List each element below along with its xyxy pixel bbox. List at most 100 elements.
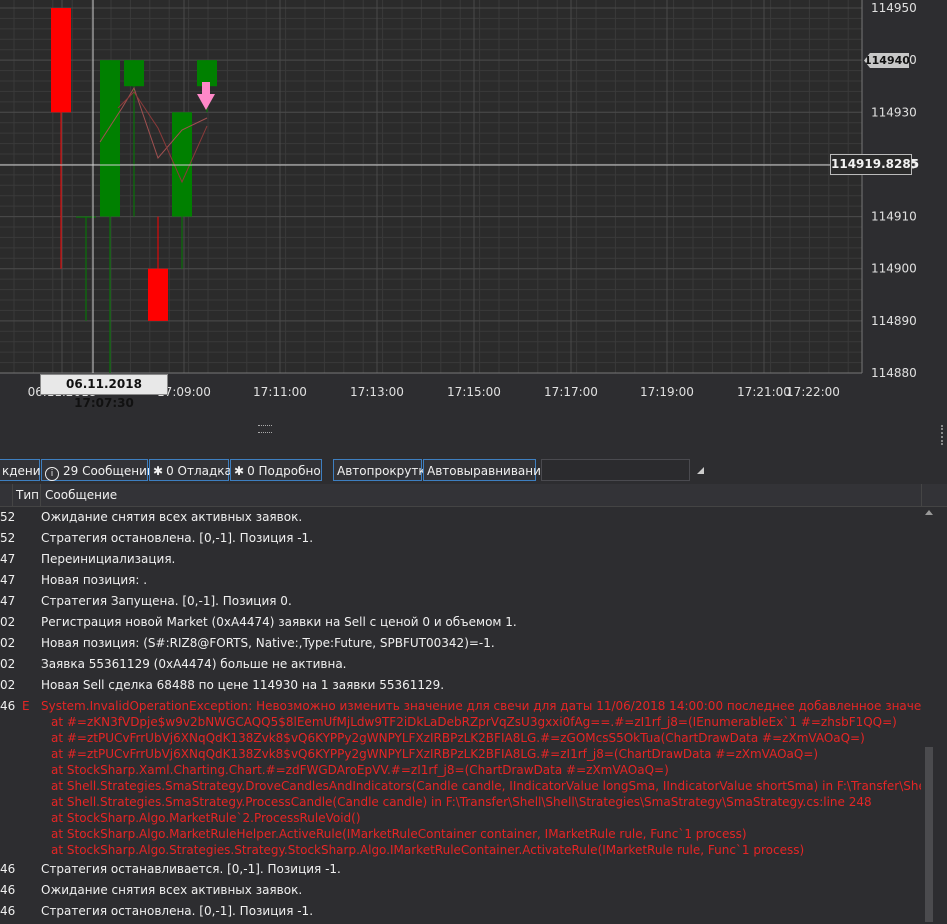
log-time: 47 <box>0 552 16 566</box>
log-message: Стратегия остановлена. [0,-1]. Позиция -… <box>41 904 314 918</box>
splitter-dots-icon <box>941 425 947 445</box>
log-type: E <box>22 699 30 713</box>
log-time: 02 <box>0 636 16 650</box>
error-trace-line: at StockSharp.Algo.Strategies.Strategy.S… <box>51 843 805 857</box>
log-row-error[interactable]: 46 E System.InvalidOperationException: Нев… <box>0 696 921 859</box>
time-axis-label: 17:15:00 <box>447 385 501 399</box>
last-price-badge: 114940 <box>864 53 910 68</box>
log-time: 02 <box>0 678 16 692</box>
log-row[interactable]: 46 Стратегия остановлена. [0,-1]. Позиция… <box>0 901 921 922</box>
log-time: 47 <box>0 573 16 587</box>
chart-canvas[interactable]: 1149501149401149301149201149101149001148… <box>0 0 947 415</box>
log-row[interactable]: 02 Заявка 55361129 (0xA4474) больше не ак… <box>0 654 921 675</box>
candlestick-chart[interactable]: 1149501149401149301149201149101149001148… <box>0 0 947 415</box>
time-axis-label: 17:21:00 <box>737 385 791 399</box>
log-row[interactable]: 02 Регистрация новой Market (0xA4474) зая… <box>0 612 921 633</box>
error-trace-line: System.InvalidOperationException: Невозм… <box>41 699 921 713</box>
autoscroll-label: Автопрокрутка <box>337 464 433 478</box>
log-message: Ожидание снятия всех активных заявок. <box>41 510 303 524</box>
plot-background <box>0 0 862 373</box>
log-table-body: 52 Ожидание снятия всех активных заявок. 5… <box>0 507 921 922</box>
time-axis-label: 17:22:00 <box>786 385 840 399</box>
splitter-grip-icon[interactable] <box>258 425 272 433</box>
log-message: Заявка 55361129 (0xA4474) больше не акти… <box>41 657 347 671</box>
debug-filter-label: 0 Отладка <box>166 464 232 478</box>
time-axis-label: 17:19:00 <box>640 385 694 399</box>
log-vertical-scrollbar[interactable] <box>921 507 937 924</box>
log-message: Ожидание снятия всех активных заявок. <box>41 883 303 897</box>
error-trace-line: at #=zKN3fVDpje$w9v2bNWGCAQQ5$8lEemUfMjL… <box>51 715 897 729</box>
autoalign-toggle[interactable]: Автовыравнивание <box>423 459 548 481</box>
log-message: Стратегия остановлена. [0,-1]. Позиция -… <box>41 531 314 545</box>
candle-body <box>148 268 168 321</box>
log-time: 02 <box>0 615 16 629</box>
error-trace-line: at StockSharp.Xaml.Charting.Chart.#=zdFW… <box>51 763 669 777</box>
log-message: Стратегия Запущена. [0,-1]. Позиция 0. <box>41 594 292 608</box>
price-axis-label: 114890 <box>871 314 917 328</box>
log-time: 46 <box>0 904 16 918</box>
error-trace-line: at #=ztPUCvFrrUbVj6XNqQdK138Zvk8$vQ6KYPP… <box>51 731 865 745</box>
log-time: 47 <box>0 594 16 608</box>
log-time: 52 <box>0 531 16 545</box>
debug-filter-button[interactable]: ✱ 0 Отладка <box>149 459 232 481</box>
error-trace-line: at #=ztPUCvFrrUbVj6XNqQdK138Zvk8$vQ6KYPP… <box>51 747 819 761</box>
log-row[interactable]: 02 Новая Sell сделка 68488 по цене 114930… <box>0 675 921 696</box>
cursor-price-label: 114919.8285 <box>830 154 919 175</box>
resize-corner-icon <box>697 467 704 474</box>
log-table-header: Тип Сообщение <box>0 484 947 507</box>
time-axis-label: 17:11:00 <box>253 385 307 399</box>
time-axis-label: 17:17:00 <box>544 385 598 399</box>
verbose-filter-button[interactable]: ✱ 0 Подробно <box>230 459 322 481</box>
error-trace-line: at Shell.Strategies.SmaStrategy.DroveCan… <box>51 779 921 793</box>
log-row[interactable]: 47 Новая позиция: . <box>0 570 921 591</box>
error-trace-line: at Shell.Strategies.SmaStrategy.ProcessC… <box>51 795 872 809</box>
log-toolbar: кдений i 29 Сообщений ✱ 0 Отладка ✱ 0 Подро… <box>0 459 947 483</box>
column-type-header[interactable]: Тип <box>16 484 39 506</box>
panel-splitter[interactable] <box>0 415 947 453</box>
price-axis-label: 114950 <box>871 1 917 15</box>
log-message: Регистрация новой Market (0xA4474) заявк… <box>41 615 517 629</box>
log-time: 52 <box>0 510 16 524</box>
price-axis-label: 114930 <box>871 105 917 119</box>
scroll-up-icon[interactable] <box>925 510 933 515</box>
column-message-header[interactable]: Сообщение <box>45 484 117 506</box>
price-axis-label: 114880 <box>871 366 917 380</box>
log-message: Новая позиция: (S#:RIZ8@FORTS, Native:,T… <box>41 636 495 650</box>
time-axis-label: 17:13:00 <box>350 385 404 399</box>
cursor-time-label: 06.11.2018 17:07:30 <box>40 374 168 410</box>
autoscroll-toggle[interactable]: Автопрокрутка <box>333 459 433 481</box>
info-icon: i <box>45 467 59 481</box>
price-axis-label: 114900 <box>871 262 917 276</box>
log-row[interactable]: 52 Ожидание снятия всех активных заявок. <box>0 507 921 528</box>
log-time: 46 <box>0 699 16 713</box>
candle-body <box>100 60 120 217</box>
log-message: Новая Sell сделка 68488 по цене 114930 н… <box>41 678 445 692</box>
log-row[interactable]: 46 Ожидание снятия всех активных заявок. <box>0 880 921 901</box>
verbose-filter-label: 0 Подробно <box>247 464 321 478</box>
trades-filter-button[interactable]: кдений <box>0 459 48 481</box>
log-filter-input[interactable] <box>541 459 690 481</box>
scrollbar-thumb[interactable] <box>925 747 933 922</box>
messages-filter-button[interactable]: i 29 Сообщений <box>41 459 155 481</box>
log-row[interactable]: 47 Стратегия Запущена. [0,-1]. Позиция 0. <box>0 591 921 612</box>
messages-filter-label: 29 Сообщений <box>63 464 155 478</box>
log-row[interactable]: 46 Стратегия останавливается. [0,-1]. Поз… <box>0 859 921 880</box>
log-message: Новая позиция: . <box>41 573 148 587</box>
log-row[interactable]: 02 Новая позиция: (S#:RIZ8@FORTS, Native:… <box>0 633 921 654</box>
log-time: 02 <box>0 657 16 671</box>
log-time: 46 <box>0 883 16 897</box>
price-axis-label: 114910 <box>871 210 917 224</box>
log-message: Стратегия останавливается. [0,-1]. Позиц… <box>41 862 341 876</box>
candle-body <box>172 112 192 217</box>
error-trace-line: at StockSharp.Algo.MarketRuleHelper.Acti… <box>51 827 747 841</box>
candle-body <box>51 8 71 113</box>
candle-body <box>124 60 144 87</box>
log-error-message: System.InvalidOperationException: Невозм… <box>41 698 921 858</box>
bug-icon: ✱ <box>153 464 164 478</box>
log-row[interactable]: 47 Переинициализация. <box>0 549 921 570</box>
bug-verbose-icon: ✱ <box>234 464 245 478</box>
log-time: 46 <box>0 862 16 876</box>
log-message: Переинициализация. <box>41 552 176 566</box>
autoalign-label: Автовыравнивание <box>427 464 549 478</box>
log-row[interactable]: 52 Стратегия остановлена. [0,-1]. Позиция… <box>0 528 921 549</box>
